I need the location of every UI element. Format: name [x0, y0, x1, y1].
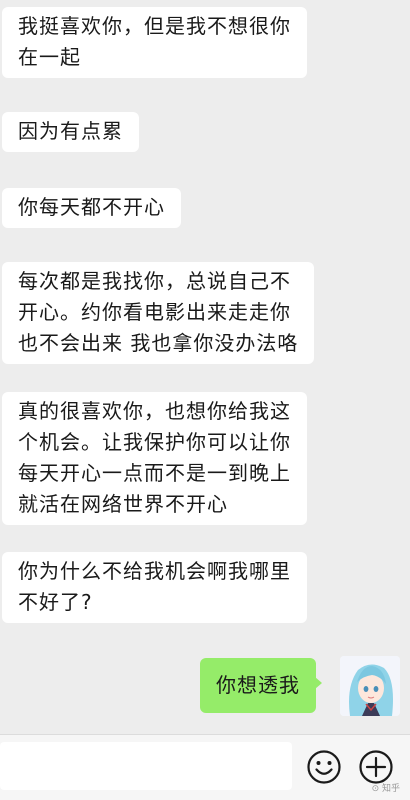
emoji-face-icon[interactable] — [304, 747, 344, 787]
my-avatar[interactable] — [340, 656, 400, 716]
message-bubble-3[interactable]: 你每天都不开心 — [2, 188, 181, 228]
message-bubble-5[interactable]: 真的很喜欢你，也想你给我这 个机会。让我保护你可以让你 每天开心一点而不是一到晚… — [2, 392, 307, 525]
message-bubble-2[interactable]: 因为有点累 — [2, 112, 139, 152]
message-bubble-4[interactable]: 每次都是我找你，总说自己不 开心。约你看电影出来走走你 也不会出来 我也拿你没办… — [2, 262, 315, 364]
my-message-bubble[interactable]: 你想透我 — [200, 658, 322, 713]
message-bubble-1[interactable]: 我挺喜欢你，但是我不想很你 在一起 — [2, 7, 307, 78]
chat-input-bar: ⊙ 知乎 — [0, 734, 410, 800]
message-input[interactable] — [0, 742, 292, 790]
message-bubble-6[interactable]: 你为什么不给我机会啊我哪里 不好了? — [2, 552, 307, 623]
watermark: ⊙ 知乎 — [371, 784, 400, 794]
chat-message-list: 我挺喜欢你，但是我不想很你 在一起 因为有点累 你每天都不开心 每次都是我找你，… — [0, 0, 410, 734]
